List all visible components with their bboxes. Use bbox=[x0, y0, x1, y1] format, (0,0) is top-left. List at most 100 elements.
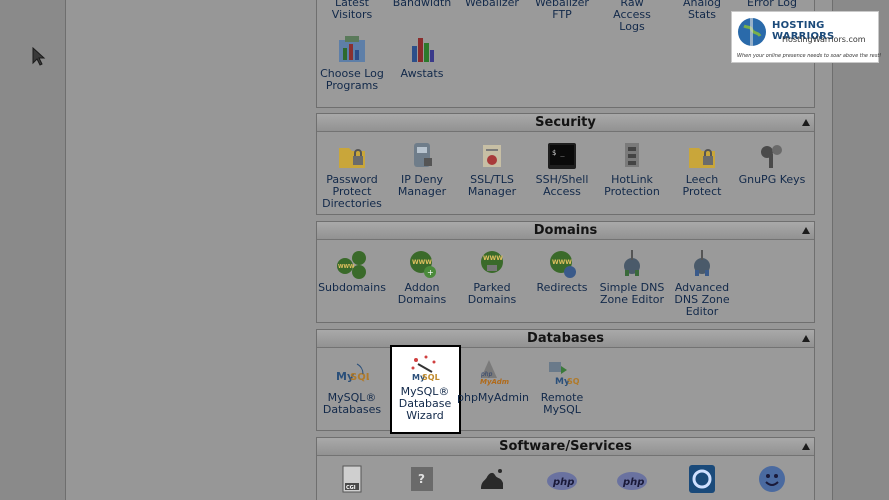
cgi-link[interactable]: CGI bbox=[317, 463, 387, 497]
webalizer-link[interactable]: Webalizer bbox=[457, 0, 527, 9]
cgi-icon: CGI bbox=[342, 465, 362, 493]
latest-visitors-link[interactable]: Latest Visitors bbox=[317, 0, 387, 21]
php-pear-link[interactable]: php bbox=[597, 463, 667, 497]
mysql-databases-label: MySQL® Databases bbox=[322, 391, 382, 416]
redirects-link[interactable]: WWW Redirects bbox=[527, 248, 597, 294]
certificate-icon bbox=[483, 145, 501, 167]
mysql-databases-link[interactable]: My SQL MySQL® Databases bbox=[317, 358, 387, 416]
simple-dns-label: Simple DNS Zone Editor bbox=[599, 281, 665, 306]
choose-log-programs-label: Choose Log Programs bbox=[320, 67, 384, 92]
error-log-link[interactable]: Error Log bbox=[737, 0, 807, 9]
chain-icon bbox=[625, 143, 639, 167]
mysql-database-wizard-link[interactable]: My SQL MySQL® Database Wizard bbox=[390, 352, 460, 422]
logo-tagline: When your online presence needs to soar … bbox=[737, 53, 882, 59]
perl-camel-icon bbox=[481, 469, 503, 489]
ssh-shell-access-link[interactable]: $ _ SSH/Shell Access bbox=[527, 140, 597, 198]
collapse-arrow-icon[interactable] bbox=[802, 119, 810, 126]
password-protect-directories-link[interactable]: Password Protect Directories bbox=[317, 140, 387, 210]
security-title: Security bbox=[535, 115, 596, 130]
collapse-arrow-icon[interactable] bbox=[802, 335, 810, 342]
gnupg-keys-label: GnuPG Keys bbox=[738, 173, 806, 186]
ssl-tls-manager-link[interactable]: SSL/TLS Manager bbox=[457, 140, 527, 198]
parked-domains-link[interactable]: WWW Parked Domains bbox=[457, 248, 527, 306]
redirects-label: Redirects bbox=[536, 281, 588, 294]
ip-deny-manager-link[interactable]: IP Deny Manager bbox=[387, 140, 457, 198]
ssh-shell-label: SSH/Shell Access bbox=[535, 173, 589, 198]
hotlink-protection-link[interactable]: HotLink Protection bbox=[597, 140, 667, 198]
svg-text:WWW: WWW bbox=[552, 259, 572, 266]
svg-text:WWW: WWW bbox=[483, 255, 503, 262]
installer-icon bbox=[689, 465, 715, 493]
folder-lock-icon bbox=[339, 148, 365, 168]
advanced-dns-zone-editor-link[interactable]: Advanced DNS Zone Editor bbox=[667, 248, 737, 318]
php-text: php bbox=[622, 477, 644, 488]
addon-domains-label: Addon Domains bbox=[397, 281, 447, 306]
ip-deny-label: IP Deny Manager bbox=[397, 173, 447, 198]
folder-lock-icon bbox=[689, 148, 715, 168]
php-text: php bbox=[552, 477, 574, 488]
remote-mysql-link[interactable]: MySQL Remote MySQL bbox=[527, 358, 597, 416]
analog-stats-link[interactable]: Analog Stats bbox=[667, 0, 737, 21]
dns-advanced-icon bbox=[694, 250, 710, 276]
bandwidth-link[interactable]: Bandwidth bbox=[387, 0, 457, 9]
left-gutter bbox=[0, 0, 66, 500]
php-icon: php bbox=[617, 472, 647, 490]
collapse-arrow-icon[interactable] bbox=[802, 227, 810, 234]
leech-protect-label: Leech Protect bbox=[682, 173, 722, 198]
svg-text:SQL: SQL bbox=[567, 377, 579, 386]
dns-icon bbox=[624, 250, 640, 276]
domains-panel-header[interactable]: Domains bbox=[317, 222, 814, 240]
www-icon: WWW bbox=[337, 251, 366, 279]
subdomains-link[interactable]: WWW Subdomains bbox=[317, 248, 387, 294]
password-protect-label: Password Protect Directories bbox=[322, 173, 382, 210]
webalizer-ftp-link[interactable]: Webalizer FTP bbox=[527, 0, 597, 21]
hotlink-label: HotLink Protection bbox=[604, 173, 660, 198]
parked-domains-label: Parked Domains bbox=[467, 281, 517, 306]
bandwidth-label: Bandwidth bbox=[392, 0, 452, 9]
leech-protect-link[interactable]: Leech Protect bbox=[667, 140, 737, 198]
help-book-icon: ? bbox=[411, 467, 433, 491]
smiley-link[interactable] bbox=[737, 463, 807, 497]
error-log-label: Error Log bbox=[747, 0, 797, 9]
svg-text:php: php bbox=[480, 371, 493, 378]
remote-mysql-label: Remote MySQL bbox=[540, 391, 584, 416]
domains-title: Domains bbox=[533, 223, 598, 238]
collapse-arrow-icon[interactable] bbox=[802, 443, 810, 450]
svg-text:SQL: SQL bbox=[422, 373, 440, 382]
ssl-tls-label: SSL/TLS Manager bbox=[467, 173, 517, 198]
php-config-link[interactable]: php bbox=[527, 463, 597, 497]
www-parked-icon: WWW bbox=[481, 251, 503, 273]
svg-text:?: ? bbox=[418, 472, 425, 486]
gnupg-keys-link[interactable]: GnuPG Keys bbox=[737, 140, 807, 186]
ip-deny-icon bbox=[414, 143, 432, 167]
software-panel-header[interactable]: Software/Services bbox=[317, 438, 814, 456]
svg-text:MyAdmin: MyAdmin bbox=[480, 378, 509, 386]
help-book-link[interactable]: ? bbox=[387, 463, 457, 497]
smiley-icon bbox=[759, 466, 785, 492]
security-panel-header[interactable]: Security bbox=[317, 114, 814, 132]
advanced-dns-label: Advanced DNS Zone Editor bbox=[674, 281, 730, 318]
cgi-text: CGI bbox=[346, 485, 356, 491]
phpmyadmin-link[interactable]: phpMyAdmin phpMyAdmin bbox=[457, 358, 529, 404]
databases-title: Databases bbox=[527, 331, 604, 346]
simple-dns-zone-editor-link[interactable]: Simple DNS Zone Editor bbox=[597, 248, 667, 306]
choose-log-programs-link[interactable]: Choose Log Programs bbox=[317, 34, 387, 92]
installer-link[interactable] bbox=[667, 463, 737, 497]
hosting-warriors-logo: HOSTING WARRIORS HostingWarriors.com Whe… bbox=[731, 11, 882, 63]
terminal-icon: $ _ bbox=[548, 143, 576, 169]
mysql-wizard-icon: MySQL bbox=[411, 355, 440, 382]
webalizer-ftp-label: Webalizer FTP bbox=[535, 0, 589, 21]
svg-text:+: + bbox=[427, 268, 434, 277]
analog-stats-label: Analog Stats bbox=[682, 0, 721, 21]
svg-text:$ _: $ _ bbox=[552, 149, 565, 157]
raw-access-logs-link[interactable]: Raw Access Logs bbox=[597, 0, 667, 33]
addon-domains-link[interactable]: WWW + Addon Domains bbox=[387, 248, 457, 306]
perl-link[interactable] bbox=[457, 463, 527, 497]
awstats-label: Awstats bbox=[400, 67, 444, 80]
mysql-wizard-label: MySQL® Database Wizard bbox=[398, 385, 452, 422]
awstats-link[interactable]: Awstats bbox=[387, 34, 457, 80]
chart-icon bbox=[339, 36, 365, 62]
mouse-cursor-icon bbox=[32, 47, 46, 66]
subdomains-label: Subdomains bbox=[318, 281, 386, 294]
svg-text:WWW: WWW bbox=[412, 259, 432, 266]
